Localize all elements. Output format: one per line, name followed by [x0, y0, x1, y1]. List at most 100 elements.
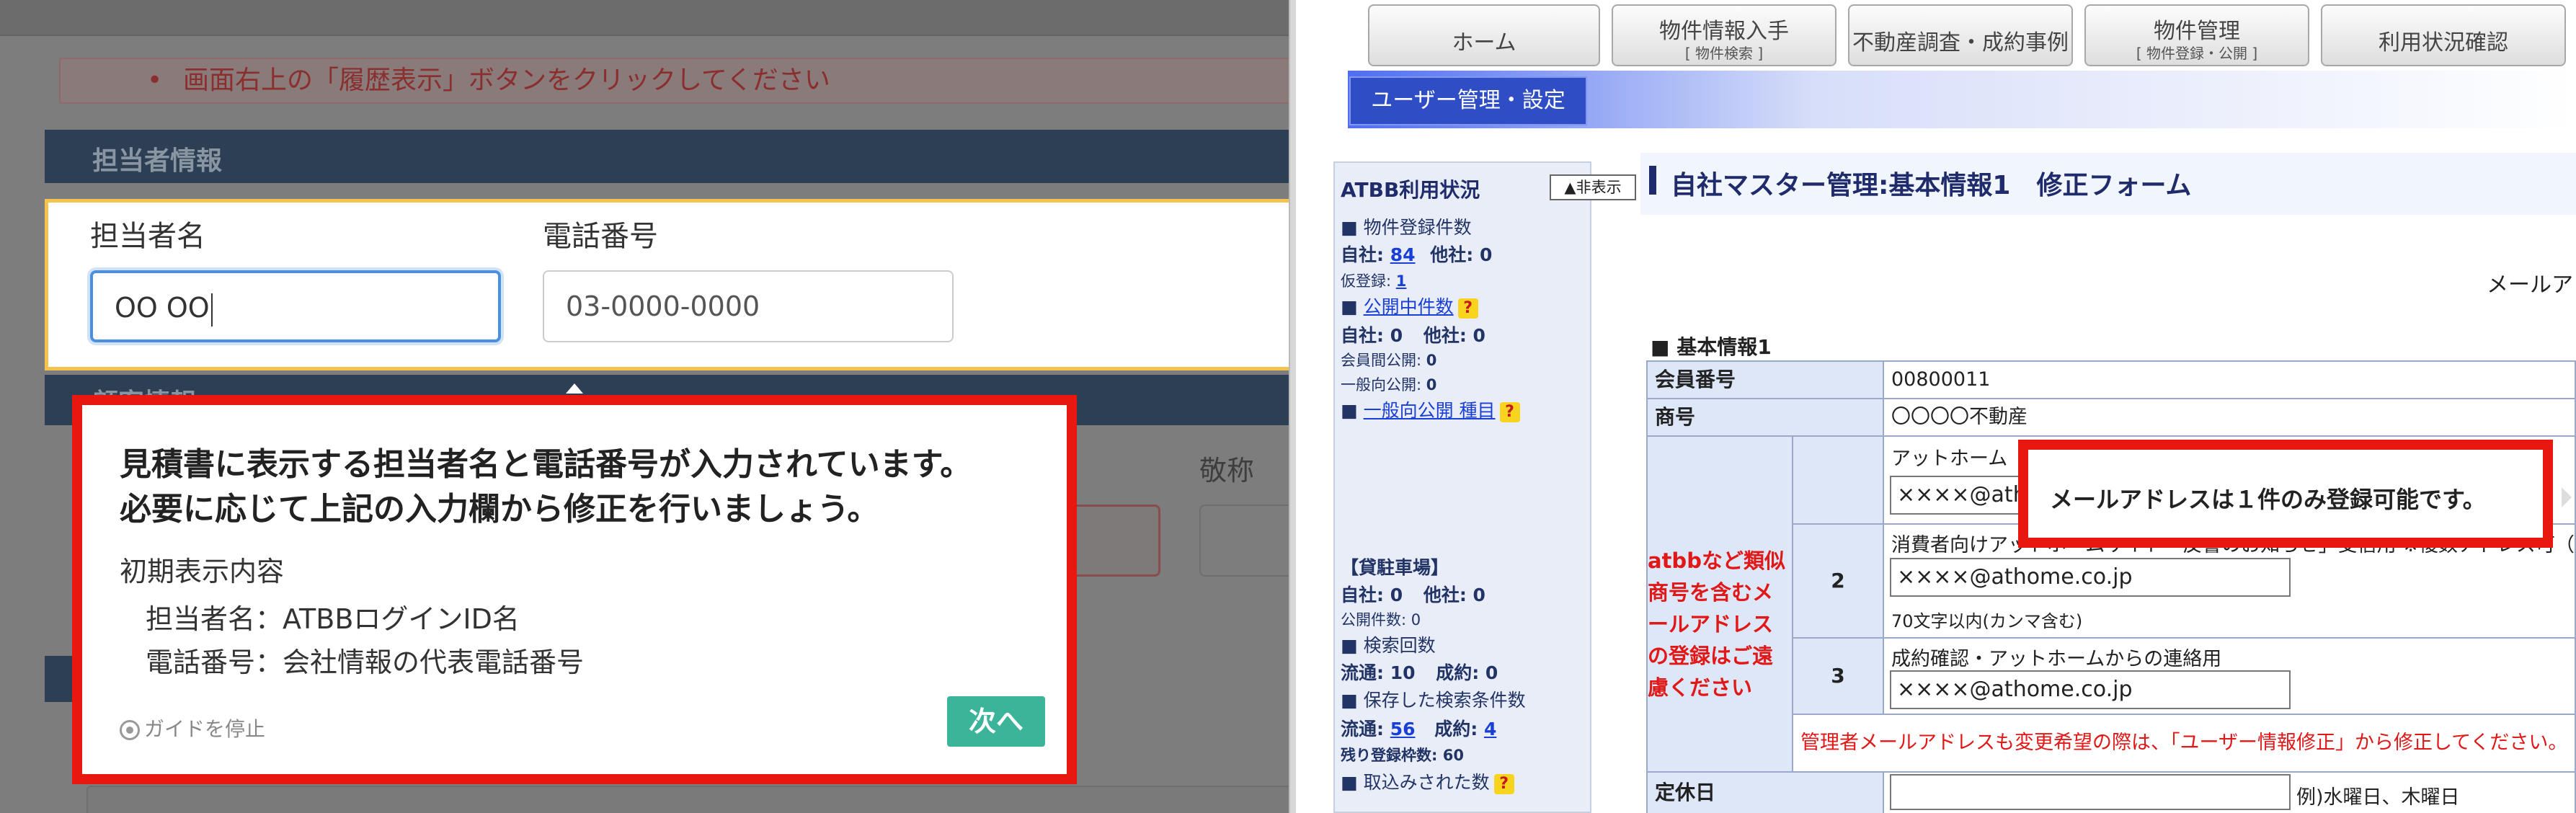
- tel-input[interactable]: 03-0000-0000: [543, 270, 954, 342]
- ippan-val: 0: [1426, 376, 1437, 394]
- nav-bukken-search-button[interactable]: 物件情報入手 [ 物件検索 ]: [1612, 4, 1836, 66]
- hozon-ryutsu-link[interactable]: 56: [1390, 719, 1416, 739]
- shogo-label-cell: 商号: [1646, 398, 1884, 437]
- hozon-seiyaku-label: 成約:: [1434, 719, 1478, 739]
- kari-count-link[interactable]: 1: [1396, 272, 1407, 290]
- user-settings-button[interactable]: ユーザー管理・設定: [1349, 76, 1587, 125]
- hide-sidebar-button[interactable]: ▲非表示: [1550, 174, 1636, 200]
- hozon-counts: 流通: 56 成約: 4: [1341, 715, 1496, 741]
- nav-sublabel: [ 物件登録・公開 ]: [2136, 45, 2258, 62]
- usage-sidebar: ATBB利用状況 ▲非表示 ■ 物件登録件数 自社: 84 他社: 0 仮登録:…: [1333, 161, 1636, 813]
- torikomi-title: ■ 取込みされた数?: [1341, 768, 1514, 794]
- help-icon[interactable]: ?: [1457, 298, 1478, 319]
- kaiinkan-label: 会員間公開:: [1341, 352, 1422, 369]
- stop-guide-link[interactable]: ガイドを停止: [120, 714, 265, 742]
- similar-name-warning: atbbなど類似商号を含むメールアドレスの登録はご遠慮ください: [1648, 548, 1785, 700]
- sidebar-title: ATBB利用状況: [1341, 178, 1480, 202]
- mail-address-link[interactable]: メールアド: [2487, 267, 2576, 298]
- kensaku-ryutsu: 流通: 10: [1341, 662, 1416, 683]
- nav-riyo-button[interactable]: 利用状況確認: [2321, 4, 2566, 66]
- shogo-value-cell: 〇〇〇〇不動産: [1883, 398, 2576, 437]
- reg-count-title: ■ 物件登録件数: [1341, 217, 1472, 238]
- nav-home-button[interactable]: ホーム: [1368, 4, 1600, 66]
- name-label: 担当者名: [90, 220, 205, 253]
- ippan-count: 一般向公開: 0: [1341, 373, 1436, 395]
- keisho-label: 敬称: [1199, 455, 1255, 487]
- tel-label: 電話番号: [543, 220, 658, 253]
- kihon-heading: ■ 基本情報1: [1651, 335, 1772, 359]
- mail3-num-cell: 3: [1792, 637, 1884, 715]
- admin-note-cell: 管理者メールアドレスも変更希望の際は、「ユーザー情報修正」から修正してください。: [1792, 714, 2576, 773]
- kari-count: 仮登録: 1: [1341, 270, 1406, 291]
- title-marker: [1649, 166, 1656, 195]
- nav-sublabel: [ 物件検索 ]: [1684, 45, 1764, 62]
- kokai-jisha: 自社: 0: [1341, 325, 1403, 346]
- kensaku-title: ■ 検索回数: [1341, 635, 1436, 656]
- guide-desc-title: 初期表示内容: [120, 556, 285, 587]
- kaiinkan-count: 会員間公開: 0: [1341, 349, 1436, 370]
- name-input[interactable]: OO OO: [90, 270, 501, 342]
- teikyu-hint: 例)水曜日、木曜日: [2296, 786, 2460, 809]
- alert-text: 画面右上の「履歴表示」ボタンをクリックしてください: [183, 66, 830, 95]
- teikyu-input[interactable]: [1890, 774, 2291, 810]
- guide-message-line2: 必要に応じて上記の入力欄から修正を行いましょう。: [120, 491, 879, 528]
- jisha-count: 自社: 84 他社: 0: [1341, 241, 1492, 267]
- help-icon[interactable]: ?: [1499, 402, 1520, 422]
- jisha-count-link[interactable]: 84: [1390, 244, 1416, 265]
- square-icon: ■: [1341, 400, 1358, 421]
- kaiinkan-val: 0: [1426, 352, 1437, 369]
- kaiin-label-cell: 会員番号: [1646, 360, 1884, 399]
- guide-pointer-arrow: [2562, 487, 2572, 507]
- kashi-tasha: 他社: 0: [1423, 585, 1485, 605]
- tasha-label: 他社:: [1430, 244, 1474, 265]
- nav-label: ホーム: [1452, 30, 1516, 55]
- nav-label: 物件管理: [2154, 19, 2240, 44]
- nav-bukken-kanri-button[interactable]: 物件管理 [ 物件登録・公開 ]: [2084, 4, 2309, 66]
- text-caret: [210, 293, 213, 326]
- alert-message: • 画面右上の「履歴表示」ボタンをクリックしてください: [59, 58, 1290, 104]
- kashi-title: 【貸駐車場】: [1341, 557, 1449, 578]
- mail3-note: 成約確認・アットホームからの連絡用: [1891, 648, 2222, 670]
- mail-guide-message: メールアドレスは１件のみ登録可能です。: [2050, 486, 2486, 513]
- screen-divider: [1289, 0, 1296, 813]
- top-bar: [0, 0, 1290, 36]
- right-screen: ホーム 物件情報入手 [ 物件検索 ] 不動産調査・成約事例 物件管理 [ 物件…: [1296, 0, 2576, 813]
- kokai-title: ■ 公開中件数?: [1341, 293, 1478, 319]
- left-screen: • 画面右上の「履歴表示」ボタンをクリックしてください 担当者情報 担当者名 電…: [0, 0, 1290, 813]
- nav-label: 不動産調査・成約事例: [1852, 30, 2069, 55]
- kashi-jisha: 自社: 0: [1341, 585, 1403, 605]
- hozon-title: ■ 保存した検索条件数: [1341, 690, 1526, 711]
- name-input-value: OO OO: [115, 292, 210, 324]
- next-button[interactable]: 次へ: [947, 696, 1045, 747]
- mail1-num-cell: [1792, 435, 1884, 525]
- help-icon[interactable]: ?: [1493, 774, 1514, 794]
- mail2-sub: 70文字以内(カンマ含む): [1891, 611, 2083, 631]
- kokai-title-link[interactable]: 公開中件数: [1364, 296, 1454, 317]
- mail-guide-popup: メールアドレスは１件のみ登録可能です。: [2018, 440, 2553, 548]
- nav-chosa-button[interactable]: 不動産調査・成約事例: [1848, 4, 2073, 66]
- hozon-seiyaku-link[interactable]: 4: [1484, 719, 1496, 739]
- kensaku-counts: 流通: 10 成約: 0: [1341, 659, 1498, 685]
- dim-input-box[interactable]: [86, 786, 1290, 813]
- kokai-tasha: 他社: 0: [1423, 325, 1485, 346]
- stop-guide-label: ガイドを停止: [144, 717, 266, 741]
- teikyu-label-cell: 定休日: [1646, 771, 1884, 813]
- guide-popup: 見積書に表示する担当者名と電話番号が入力されています。 必要に応じて上記の入力欄…: [72, 395, 1077, 784]
- mail2-input[interactable]: ××××@athome.co.jp: [1890, 558, 2291, 597]
- ippan-label: 一般向公開:: [1341, 376, 1422, 394]
- kari-label: 仮登録:: [1341, 272, 1392, 290]
- nav-label: 物件情報入手: [1659, 19, 1789, 44]
- nav-label: 利用状況確認: [2379, 30, 2508, 55]
- guide-message-line1: 見積書に表示する担当者名と電話番号が入力されています。: [120, 446, 972, 483]
- guide-pointer-arrow: [566, 383, 583, 394]
- section-header-dim: [45, 656, 74, 702]
- ippan-title-link[interactable]: 一般向公開 種目: [1364, 400, 1496, 421]
- kashi-kokai: 公開件数: 0: [1341, 611, 1421, 628]
- jisha-label: 自社:: [1341, 244, 1384, 265]
- alert-bullet: •: [147, 66, 163, 95]
- torikomi-label: ■ 取込みされた数: [1341, 772, 1490, 793]
- mail3-input[interactable]: ××××@athome.co.jp: [1890, 670, 2291, 709]
- kaiin-value-cell: 00800011: [1883, 360, 2576, 399]
- keisho-input[interactable]: [1199, 505, 1290, 577]
- guide-desc-tel: 電話番号：会社情報の代表電話番号: [146, 647, 585, 678]
